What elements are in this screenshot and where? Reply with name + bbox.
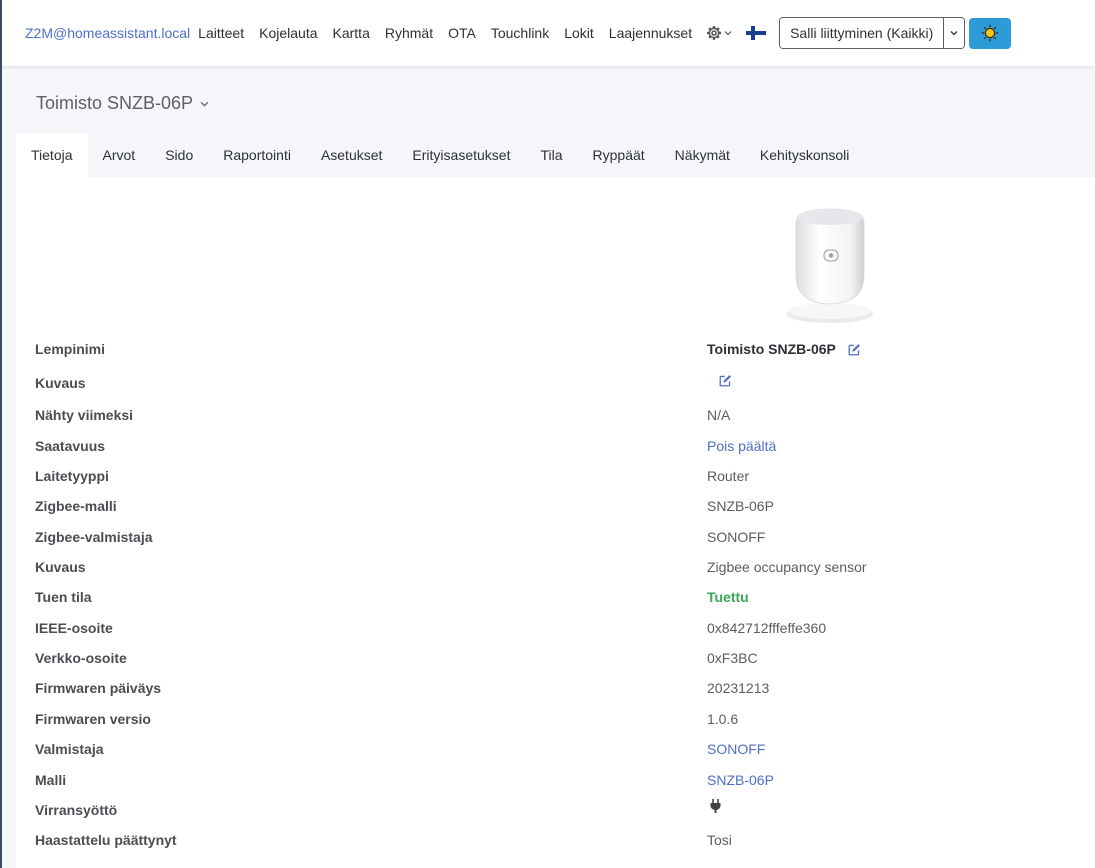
info-label: Virransyöttö bbox=[35, 802, 118, 818]
tab-info[interactable]: Tietoja bbox=[16, 133, 88, 177]
info-label: Firmwaren päiväys bbox=[35, 680, 162, 696]
info-value: 1.0.6 bbox=[707, 711, 739, 727]
tab-settings[interactable]: Asetukset bbox=[306, 133, 397, 177]
info-label: Lempinimi bbox=[35, 341, 106, 357]
info-row-support-status: Tuen tila Tuettu bbox=[16, 586, 1095, 608]
info-value: Router bbox=[707, 468, 750, 484]
info-value: 0x842712fffeffe360 bbox=[707, 620, 827, 636]
info-row-zigbee-model: Zigbee-malli SNZB-06P bbox=[16, 495, 1095, 517]
support-status-value: Tuettu bbox=[707, 589, 749, 605]
edit-icon[interactable] bbox=[848, 343, 861, 356]
device-tabs: Tietoja Arvot Sido Raportointi Asetukset… bbox=[16, 133, 864, 177]
chevron-down-icon bbox=[724, 31, 732, 36]
info-row-firmware-version: Firmwaren versio 1.0.6 bbox=[16, 708, 1095, 730]
info-value: SONOFF bbox=[707, 529, 766, 545]
nav-extensions[interactable]: Laajennukset bbox=[609, 25, 692, 41]
info-value bbox=[707, 374, 732, 387]
info-row-availability: Saatavuus Pois päältä bbox=[16, 435, 1095, 457]
availability-link[interactable]: Pois päältä bbox=[707, 435, 776, 457]
tab-clusters[interactable]: Ryppäät bbox=[578, 133, 660, 177]
tab-dev-console[interactable]: Kehityskonsoli bbox=[745, 133, 865, 177]
info-label: Valmistaja bbox=[35, 741, 104, 757]
nickname-value: Toimisto SNZB-06P bbox=[707, 341, 836, 357]
device-title: Toimisto SNZB-06P bbox=[36, 93, 194, 113]
info-label: Tuen tila bbox=[35, 589, 92, 605]
nav-groups[interactable]: Ryhmät bbox=[385, 25, 433, 41]
info-label: Firmwaren versio bbox=[35, 711, 151, 727]
info-row-network-address: Verkko-osoite 0xF3BC bbox=[16, 647, 1095, 669]
info-row-manufacturer: Valmistaja SONOFF bbox=[16, 738, 1095, 760]
nav-logs[interactable]: Lokit bbox=[564, 25, 594, 41]
brand-link[interactable]: Z2M@homeassistant.local bbox=[25, 25, 190, 41]
device-selector[interactable]: Toimisto SNZB-06P bbox=[36, 93, 209, 114]
info-label: Zigbee-malli bbox=[35, 498, 117, 514]
device-info-panel: Lempinimi Toimisto SNZB-06P Kuvaus Nähty… bbox=[16, 177, 1095, 868]
chevron-down-icon bbox=[200, 101, 209, 107]
top-navbar: Z2M@homeassistant.local Laitteet Kojelau… bbox=[2, 0, 1095, 66]
info-row-interview-completed: Haastattelu päättynyt Tosi bbox=[16, 829, 1095, 851]
tab-scenes[interactable]: Näkymät bbox=[660, 133, 745, 177]
info-value: Zigbee occupancy sensor bbox=[707, 559, 867, 575]
tab-specific-settings[interactable]: Erityisasetukset bbox=[397, 133, 525, 177]
info-value: Tosi bbox=[707, 832, 732, 848]
info-row-firmware-date: Firmwaren päiväys 20231213 bbox=[16, 677, 1095, 699]
finland-flag-icon[interactable] bbox=[746, 26, 767, 40]
info-value: Toimisto SNZB-06P bbox=[707, 338, 861, 360]
info-value: N/A bbox=[707, 407, 731, 423]
info-label: Kuvaus bbox=[35, 559, 86, 575]
info-label: Haastattelu päättynyt bbox=[35, 832, 177, 848]
info-row-ieee-address: IEEE-osoite 0x842712fffeffe360 bbox=[16, 617, 1095, 639]
info-row-model: Malli SNZB-06P bbox=[16, 769, 1095, 791]
plug-icon bbox=[710, 799, 721, 813]
edit-icon[interactable] bbox=[719, 374, 732, 387]
nav-devices[interactable]: Laitteet bbox=[198, 25, 244, 41]
info-label: Saatavuus bbox=[35, 438, 106, 454]
chevron-down-icon bbox=[950, 31, 958, 36]
info-value: 20231213 bbox=[707, 680, 770, 696]
info-label: Verkko-osoite bbox=[35, 650, 127, 666]
manufacturer-link[interactable]: SONOFF bbox=[707, 738, 765, 760]
info-value bbox=[707, 799, 721, 813]
info-row-nickname: Lempinimi Toimisto SNZB-06P bbox=[16, 338, 1095, 360]
permit-join-group: Salli liittyminen (Kaikki) bbox=[779, 17, 966, 49]
nav-touchlink[interactable]: Touchlink bbox=[491, 25, 549, 41]
info-label: Zigbee-valmistaja bbox=[35, 529, 153, 545]
gear-icon bbox=[707, 26, 722, 40]
nav-ota[interactable]: OTA bbox=[448, 25, 476, 41]
info-row-power-source: Virransyöttö bbox=[16, 799, 1095, 821]
settings-dropdown[interactable] bbox=[707, 26, 732, 40]
device-image bbox=[787, 208, 873, 323]
permit-join-dropdown[interactable] bbox=[943, 18, 965, 48]
model-link[interactable]: SNZB-06P bbox=[707, 769, 774, 791]
info-label: Malli bbox=[35, 772, 67, 788]
info-row-description: Kuvaus bbox=[16, 372, 1095, 394]
left-edge bbox=[0, 0, 2, 868]
tab-reporting[interactable]: Raportointi bbox=[208, 133, 306, 177]
nav-dashboard[interactable]: Kojelauta bbox=[259, 25, 317, 41]
nav-map[interactable]: Kartta bbox=[333, 25, 370, 41]
info-label: Nähty viimeksi bbox=[35, 407, 134, 423]
tab-state[interactable]: Tila bbox=[525, 133, 577, 177]
info-value: SNZB-06P bbox=[707, 498, 774, 514]
info-label: Laitetyyppi bbox=[35, 468, 109, 484]
theme-toggle-button[interactable] bbox=[969, 17, 1012, 49]
tab-bind[interactable]: Sido bbox=[150, 133, 208, 177]
info-row-description-2: Kuvaus Zigbee occupancy sensor bbox=[16, 556, 1095, 578]
info-row-last-seen: Nähty viimeksi N/A bbox=[16, 404, 1095, 426]
info-label: Kuvaus bbox=[35, 375, 86, 391]
info-label: IEEE-osoite bbox=[35, 620, 113, 636]
tab-values[interactable]: Arvot bbox=[88, 133, 151, 177]
sun-icon bbox=[982, 24, 999, 42]
info-row-zigbee-manufacturer: Zigbee-valmistaja SONOFF bbox=[16, 526, 1095, 548]
info-row-device-type: Laitetyyppi Router bbox=[16, 465, 1095, 487]
info-value: 0xF3BC bbox=[707, 650, 758, 666]
permit-join-button[interactable]: Salli liittyminen (Kaikki) bbox=[780, 18, 944, 48]
